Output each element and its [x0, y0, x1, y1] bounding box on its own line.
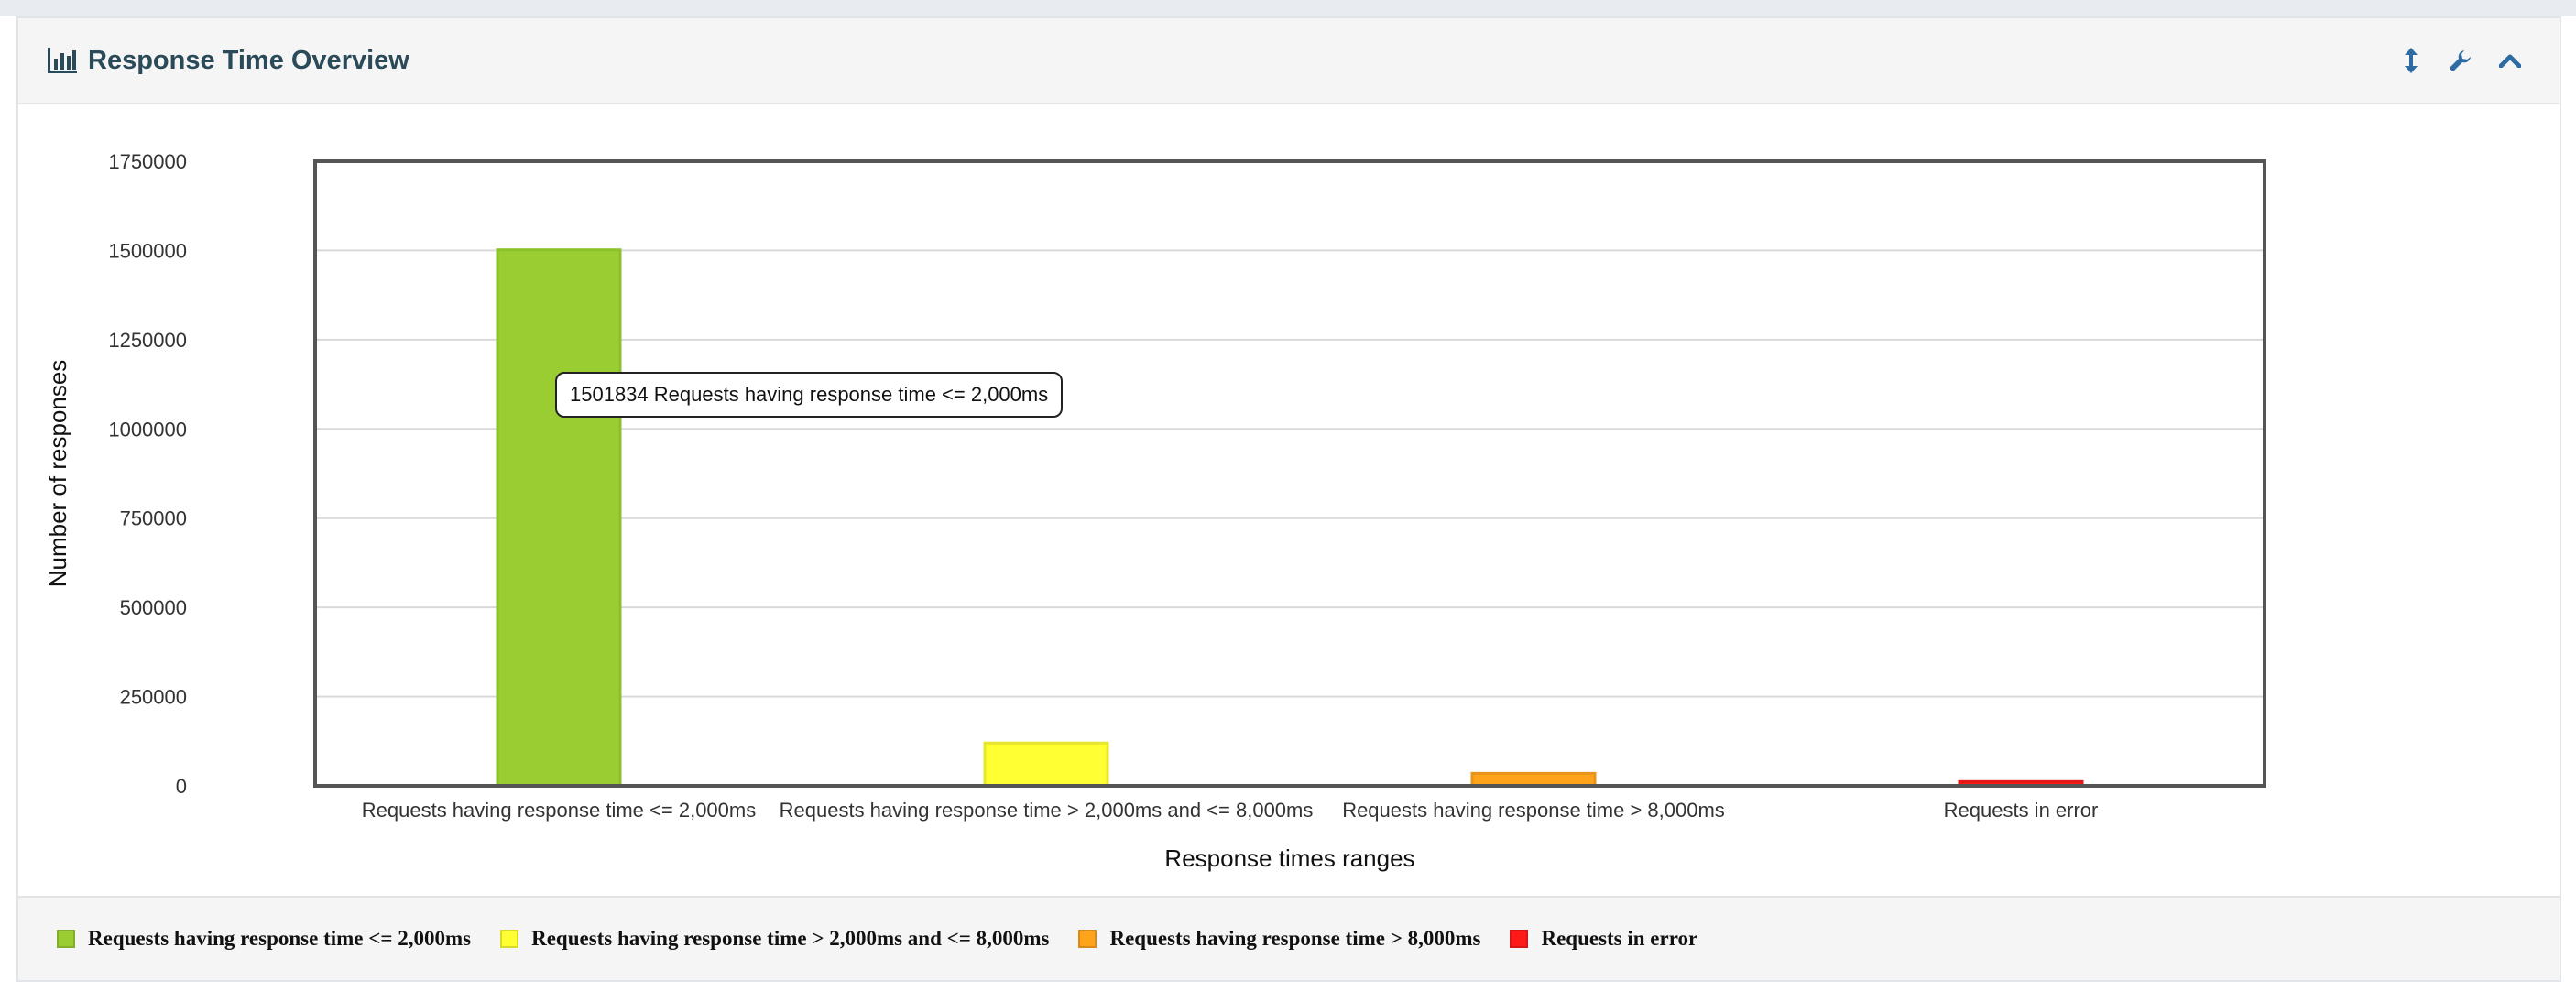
y-tick-label: 0	[176, 775, 187, 798]
legend-label: Requests having response time > 8,000ms	[1109, 927, 1481, 950]
y-tick-label: 1250000	[108, 329, 187, 352]
bar	[496, 248, 622, 788]
wrench-icon[interactable]	[2448, 48, 2473, 73]
legend-item-2000-8000ms[interactable]: Requests having response time > 2,000ms …	[500, 927, 1049, 951]
legend-label: Requests having response time <= 2,000ms	[88, 927, 472, 950]
chart-legend: Requests having response time <= 2,000ms…	[18, 896, 2560, 980]
page-top-edge	[0, 0, 2576, 16]
bar	[983, 741, 1109, 788]
x-tick-label: Requests having response time > 2,000ms …	[780, 799, 1314, 822]
legend-label: Requests in error	[1541, 927, 1698, 950]
x-axis-title: Response times ranges	[1164, 844, 1414, 872]
bar	[1470, 771, 1597, 788]
legend-label: Requests having response time > 2,000ms …	[531, 927, 1050, 950]
legend-item-gt-8000ms[interactable]: Requests having response time > 8,000ms	[1078, 927, 1480, 951]
y-tick-label: 500000	[120, 596, 187, 619]
panel-title-wrap: Response Time Overview	[48, 18, 409, 103]
bar-chart-icon	[48, 48, 77, 73]
bar-tooltip: 1501834 Requests having response time <=…	[555, 372, 1064, 418]
panel-header: Response Time Overview	[18, 18, 2560, 104]
legend-swatch	[57, 930, 75, 948]
legend-item-le-2000ms[interactable]: Requests having response time <= 2,000ms	[57, 927, 471, 951]
response-time-chart: 0 250000 500000 750000 1000000 1250000 1500000…	[44, 150, 2266, 872]
legend-swatch	[1078, 930, 1097, 948]
x-tick-label: Requests having response time > 8,000ms	[1342, 799, 1725, 822]
vertical-resize-icon[interactable]	[2398, 48, 2424, 73]
legend-swatch	[1510, 930, 1529, 948]
y-tick-label: 1500000	[108, 239, 187, 262]
legend-item-errors[interactable]: Requests in error	[1510, 927, 1697, 951]
chart-area: 0 250000 500000 750000 1000000 1250000 1500000…	[18, 104, 2560, 912]
panel-title: Response Time Overview	[88, 45, 409, 75]
y-tick-label: 750000	[120, 507, 187, 530]
legend-swatch	[500, 930, 519, 948]
y-axis-title: Number of responses	[44, 360, 71, 588]
header-tools	[2398, 18, 2523, 103]
y-tick-label: 250000	[120, 686, 187, 709]
y-tick-label: 1000000	[108, 418, 187, 441]
y-tick-label: 1750000	[108, 150, 187, 173]
x-tick-label: Requests in error	[1944, 799, 2099, 822]
chevron-up-icon[interactable]	[2497, 48, 2523, 73]
x-tick-label: Requests having response time <= 2,000ms	[362, 799, 756, 822]
response-time-panel: Response Time Overview 0 250000 500000 7500…	[16, 16, 2561, 982]
